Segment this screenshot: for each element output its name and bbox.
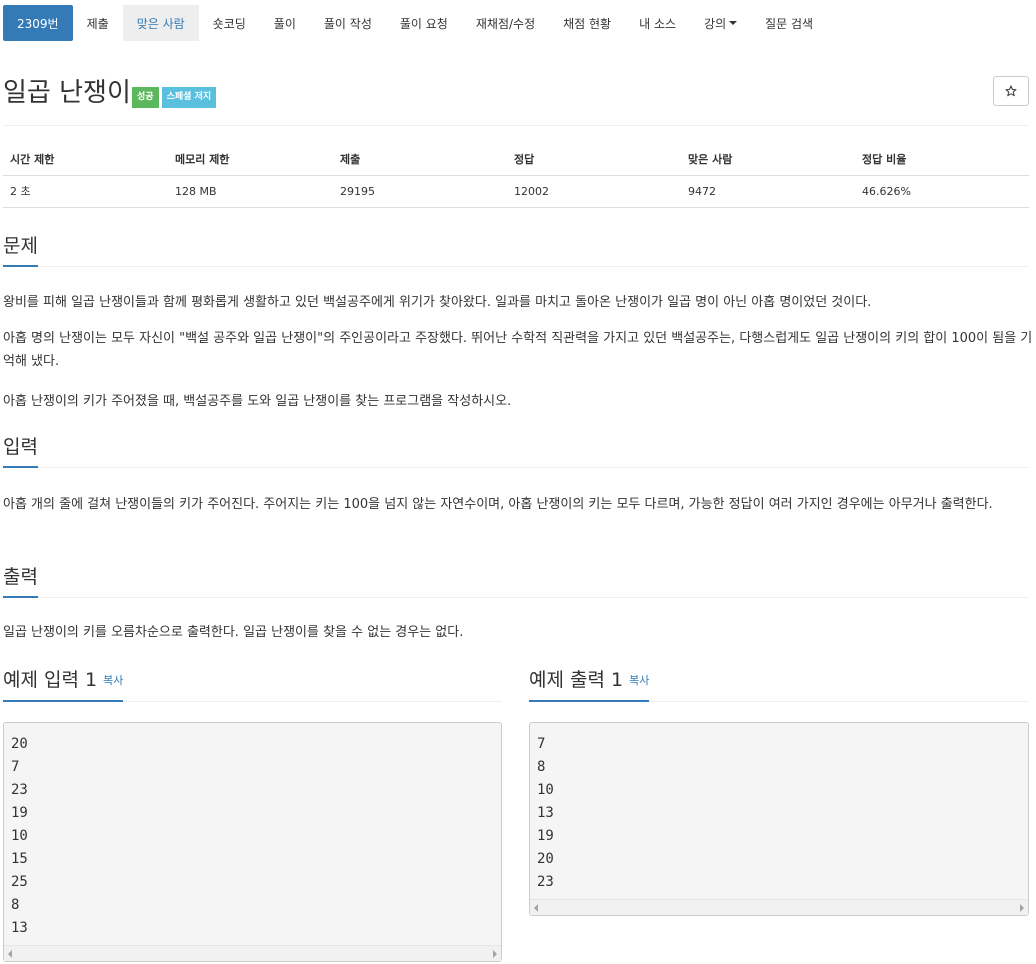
sample-output-horizontal-scrollbar[interactable] [530, 899, 1028, 915]
sample-output-line: 7 [537, 736, 546, 752]
output-heading: 출력 [3, 564, 38, 598]
input-section-header: 입력 [3, 434, 1029, 468]
sample-input-line: 19 [11, 805, 28, 821]
sample-output-title: 예제 출력 1 [529, 669, 624, 691]
description-section-header: 문제 [3, 233, 1029, 267]
sample-input-line: 8 [11, 897, 20, 913]
description-heading: 문제 [3, 233, 38, 267]
nav-solvers[interactable]: 맞은 사람 [122, 5, 199, 41]
description-paragraph: 아홉 명의 난쟁이는 모두 자신이 "백설 공주와 일곱 난쟁이"의 주인공이라… [3, 331, 1033, 369]
sample-output-header: 예제 출력 1 복사 [529, 667, 1029, 702]
sample-input-line: 15 [11, 851, 28, 867]
sample-input-heading: 예제 입력 1 복사 [3, 667, 124, 702]
success-label: 성공 [132, 87, 159, 108]
value-ratio: 46.626% [855, 175, 1029, 208]
nav-problem-number[interactable]: 2309번 [3, 5, 73, 41]
header-ratio: 정답 비율 [855, 143, 1029, 176]
output-section-header: 출력 [3, 564, 1029, 598]
nav-lectures-label: 강의 [704, 16, 727, 31]
sample-output-line: 8 [537, 759, 546, 775]
sample-input-title: 예제 입력 1 [3, 669, 98, 691]
nav-lectures-dropdown[interactable]: 강의 [690, 5, 751, 41]
nav-request-solution[interactable]: 풀이 요청 [386, 5, 462, 41]
star-outline-icon [1005, 85, 1017, 97]
info-value-row: 2 초 128 MB 29195 12002 9472 46.626% [3, 175, 1029, 208]
copy-sample-output-link[interactable]: 복사 [629, 674, 649, 687]
sample-output-line: 19 [537, 828, 554, 844]
value-memory-limit: 128 MB [168, 175, 333, 208]
problem-info-table: 시간 제한 메모리 제한 제출 정답 맞은 사람 정답 비율 2 초 128 M… [3, 143, 1029, 208]
sample-input-line: 20 [11, 736, 28, 752]
header-accepted: 정답 [507, 143, 681, 176]
nav-submit[interactable]: 제출 [73, 5, 123, 41]
header-solvers: 맞은 사람 [681, 143, 855, 176]
output-description: 일곱 난쟁이의 키를 오름차순으로 출력한다. 일곱 난쟁이를 찾을 수 없는 … [3, 625, 464, 640]
sample-input-header: 예제 입력 1 복사 [3, 667, 502, 702]
header-time-limit: 시간 제한 [3, 143, 168, 176]
value-solvers: 9472 [681, 175, 855, 208]
problem-title: 일곱 난쟁이 [3, 78, 131, 108]
nav-status[interactable]: 채점 현황 [549, 5, 625, 41]
sample-output-heading: 예제 출력 1 복사 [529, 667, 650, 702]
sample-output-line: 13 [537, 805, 554, 821]
nav-my-source[interactable]: 내 소스 [625, 5, 690, 41]
special-judge-label: 스페셜 저지 [161, 87, 217, 108]
nav-write-solution[interactable]: 풀이 작성 [310, 5, 386, 41]
sample-input-lines: 20 7 23 19 10 15 25 8 13 [4, 723, 501, 940]
sample-input-line: 23 [11, 782, 28, 798]
sample-input-line: 13 [11, 920, 28, 936]
sample-output-line: 23 [537, 874, 554, 890]
nav-question-search[interactable]: 질문 검색 [751, 5, 827, 41]
input-description: 아홉 개의 줄에 걸쳐 난쟁이들의 키가 주어진다. 주어지는 키는 100을 … [3, 497, 993, 512]
description-paragraph: 아홉 난쟁이의 키가 주어졌을 때, 백설공주를 도와 일곱 난쟁이를 찾는 프… [3, 394, 512, 409]
header-submissions: 제출 [333, 143, 507, 176]
scroll-left-arrow-icon[interactable] [8, 950, 12, 958]
value-time-limit: 2 초 [3, 175, 168, 208]
sample-input-line: 10 [11, 828, 28, 844]
scroll-right-arrow-icon[interactable] [493, 950, 497, 958]
problem-nav: 2309번 제출 맞은 사람 숏코딩 풀이 풀이 작성 풀이 요청 재채점/수정… [3, 5, 827, 41]
nav-short-coding[interactable]: 숏코딩 [199, 5, 260, 41]
value-submissions: 29195 [333, 175, 507, 208]
problem-labels: 성공 스페셜 저지 [132, 87, 217, 108]
sample-input-box[interactable]: 20 7 23 19 10 15 25 8 13 [3, 722, 502, 962]
sample-output-line: 20 [537, 851, 554, 867]
sample-input-line: 7 [11, 759, 20, 775]
favorite-button[interactable] [993, 76, 1029, 106]
nav-rejudge[interactable]: 재채점/수정 [462, 5, 549, 41]
caret-down-icon [729, 21, 738, 25]
scroll-left-arrow-icon[interactable] [534, 904, 538, 912]
sample-input-horizontal-scrollbar[interactable] [4, 945, 501, 961]
input-heading: 입력 [3, 434, 38, 468]
sample-output-line: 10 [537, 782, 554, 798]
value-accepted: 12002 [507, 175, 681, 208]
problem-title-row: 일곱 난쟁이 성공 스페셜 저지 [3, 72, 1029, 126]
copy-sample-input-link[interactable]: 복사 [103, 674, 123, 687]
sample-output-lines: 7 8 10 13 19 20 23 [530, 723, 1028, 894]
scroll-right-arrow-icon[interactable] [1020, 904, 1024, 912]
header-memory-limit: 메모리 제한 [168, 143, 333, 176]
description-paragraph: 왕비를 피해 일곱 난쟁이들과 함께 평화롭게 생활하고 있던 백설공주에게 위… [3, 295, 872, 310]
sample-input-line: 25 [11, 874, 28, 890]
nav-solutions[interactable]: 풀이 [260, 5, 310, 41]
sample-output-box[interactable]: 7 8 10 13 19 20 23 [529, 722, 1029, 916]
info-header-row: 시간 제한 메모리 제한 제출 정답 맞은 사람 정답 비율 [3, 143, 1029, 176]
